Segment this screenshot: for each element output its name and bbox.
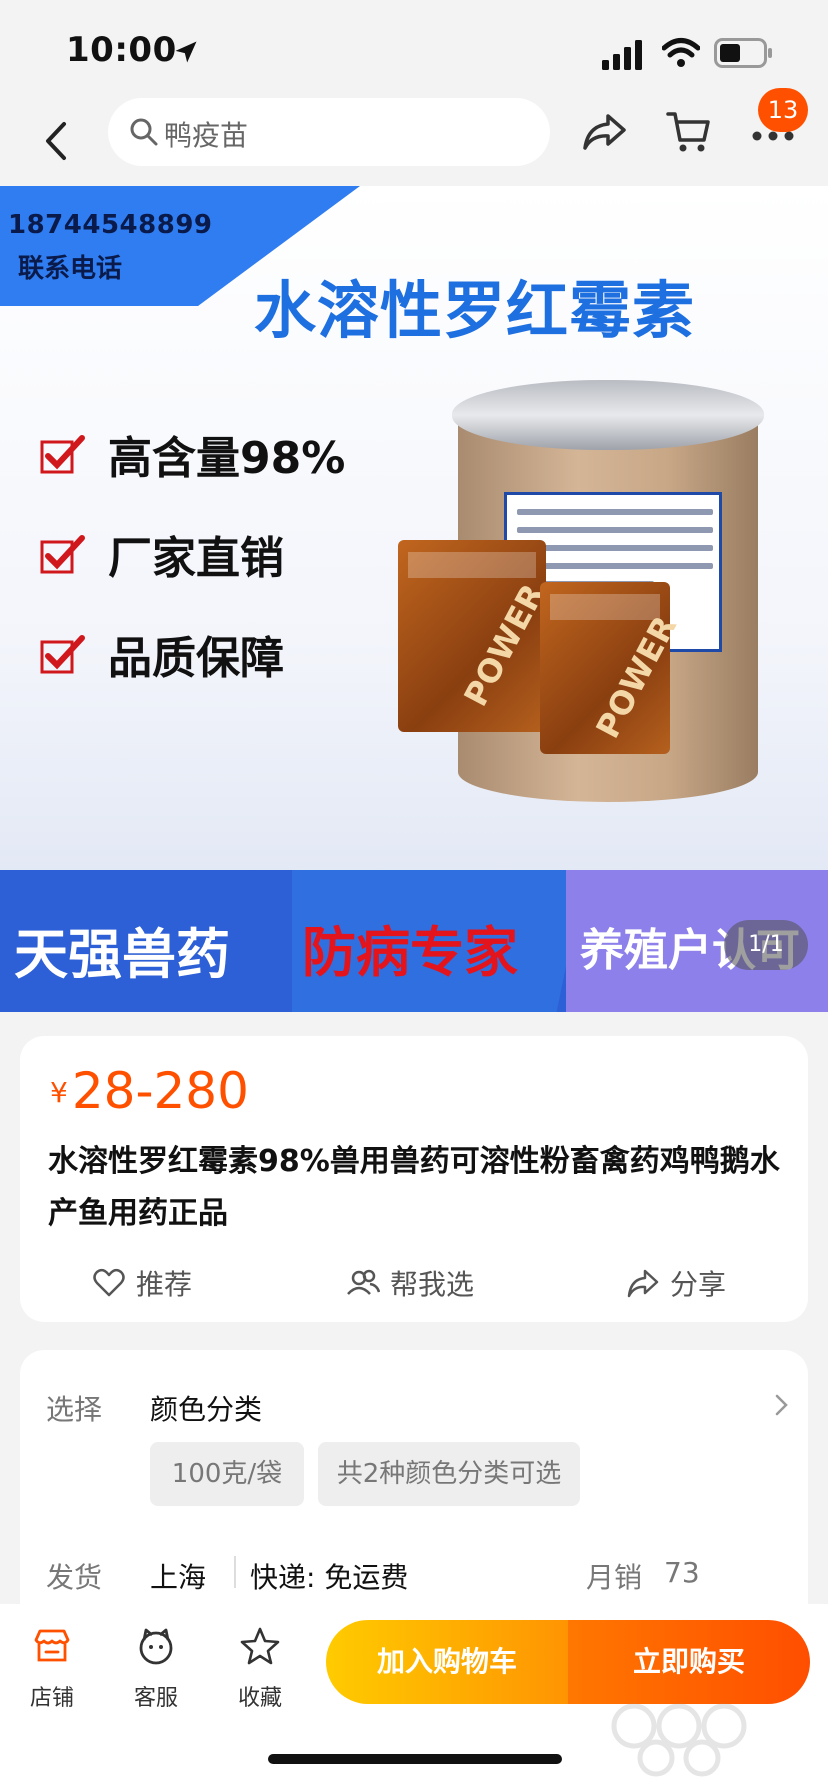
- product-title: 水溶性罗红霉素98%兽用兽药可溶性粉畜禽药鸡鸭鹅水产鱼用药正品: [48, 1144, 780, 1231]
- monthly-sales-label: 月销: [586, 1561, 643, 1594]
- select-value[interactable]: 颜色分类: [150, 1388, 262, 1428]
- packet-brand-text: POWER: [588, 609, 685, 745]
- shipping-label: 发货: [46, 1561, 103, 1594]
- tab-label: 收藏: [237, 1686, 282, 1711]
- help-me-choose-label: 帮我选: [390, 1268, 475, 1301]
- location-arrow-icon: [175, 41, 197, 63]
- monthly-sales-value: 73: [664, 1556, 700, 1589]
- chevron-right-icon[interactable]: [772, 1390, 792, 1420]
- ship-from: 上海: [150, 1561, 207, 1594]
- tab-label: 店铺: [29, 1686, 74, 1711]
- currency-symbol: ¥: [50, 1076, 68, 1109]
- feature-text: 品质保障: [108, 633, 284, 684]
- heart-icon: [93, 1268, 125, 1297]
- hero-title: 水溶性罗红霉素: [254, 274, 696, 347]
- recommend-label: 推荐: [136, 1268, 193, 1301]
- customer-service-icon: [139, 1628, 173, 1665]
- top-nav-bar: 鸭疫苗 13: [0, 88, 828, 186]
- status-bar: 10:00: [0, 0, 828, 96]
- select-label: 选择: [46, 1393, 103, 1426]
- cellular-signal-icon: [602, 40, 642, 70]
- checkmark-icon: [40, 435, 85, 474]
- product-packet-image: POWER: [540, 582, 684, 754]
- share-icon[interactable]: [580, 108, 630, 156]
- status-time: 10:00: [66, 30, 177, 70]
- checkmark-icon: [40, 535, 85, 574]
- tab-shop[interactable]: 店铺: [12, 1626, 92, 1712]
- product-actions: 推荐 帮我选 分享: [20, 1258, 808, 1308]
- search-input[interactable]: 鸭疫苗: [108, 98, 550, 166]
- checkmark-icon: [40, 635, 85, 674]
- notification-badge: 13: [758, 88, 808, 132]
- price-value: 28-280: [71, 1062, 249, 1120]
- watermark-logo: [611, 1703, 747, 1777]
- help-me-choose-button[interactable]: 帮我选: [346, 1258, 474, 1308]
- contact-phone: 18744548899: [8, 210, 213, 240]
- search-text: 鸭疫苗: [164, 119, 249, 152]
- tab-favorite[interactable]: 收藏: [220, 1626, 300, 1712]
- product-packet-image: POWER: [398, 540, 552, 732]
- banner-brand: 天强兽药: [14, 923, 230, 986]
- people-icon: [347, 1269, 380, 1295]
- cart-icon[interactable]: [664, 108, 714, 156]
- star-icon: [240, 1627, 280, 1665]
- add-to-cart-button[interactable]: 加入购物车: [326, 1620, 568, 1704]
- share-icon: [627, 1269, 659, 1298]
- sku-chip-count[interactable]: 共2种颜色分类可选: [318, 1442, 580, 1506]
- image-pager: 1/1: [724, 920, 808, 970]
- wifi-icon: [662, 38, 700, 67]
- recommend-button[interactable]: 推荐: [92, 1258, 192, 1308]
- back-arrow-icon[interactable]: [38, 118, 74, 164]
- shop-icon: [34, 1629, 70, 1662]
- home-indicator: [268, 1754, 562, 1764]
- contact-phone-label: 联系电话: [18, 254, 123, 284]
- hero-bottom-banner: 天强兽药 防病专家 养殖户认可: [0, 870, 828, 1012]
- divider: [234, 1556, 236, 1588]
- battery-icon: [714, 38, 772, 68]
- price: ¥28-280: [50, 1062, 249, 1120]
- tab-customer-service[interactable]: 客服: [116, 1626, 196, 1712]
- tab-label: 客服: [133, 1686, 178, 1711]
- sku-chip-100g[interactable]: 100克/袋: [150, 1442, 304, 1506]
- sku-options-card: 选择 颜色分类 100克/袋 共2种颜色分类可选 发货 上海 快递: 免运费 月…: [20, 1350, 808, 1610]
- product-image-carousel[interactable]: 18744548899 联系电话 水溶性罗红霉素 高含量98% 厂家直销 品质保…: [0, 186, 828, 1012]
- share-button[interactable]: 分享: [626, 1258, 726, 1308]
- feature-text: 高含量98%: [108, 433, 346, 484]
- share-label: 分享: [670, 1268, 727, 1301]
- delivery-info: 快递: 免运费: [250, 1561, 409, 1594]
- banner-slogan: 防病专家: [302, 921, 518, 984]
- search-icon: [130, 118, 158, 146]
- product-info-card: ¥28-280 水溶性罗红霉素98%兽用兽药可溶性粉畜禽药鸡鸭鹅水产鱼用药正品 …: [20, 1036, 808, 1322]
- packet-brand-text: POWER: [456, 577, 553, 713]
- feature-text: 厂家直销: [108, 533, 284, 584]
